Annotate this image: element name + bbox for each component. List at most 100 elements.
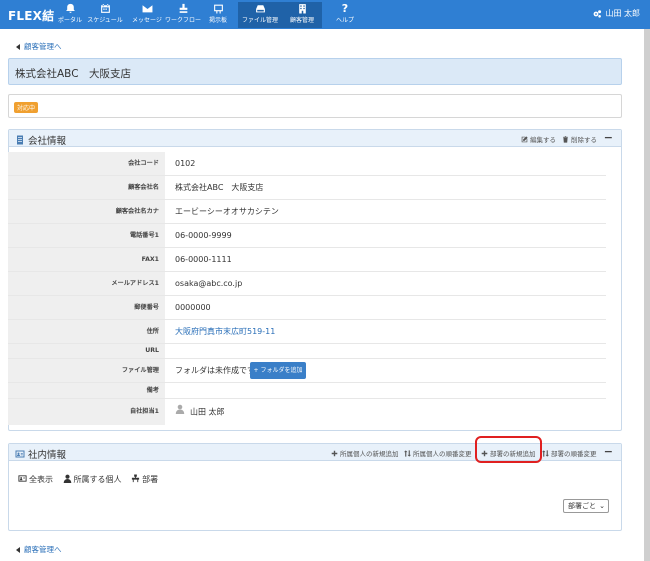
highlight-annotation bbox=[475, 436, 542, 463]
assignee-name: 山田 太郎 bbox=[190, 407, 225, 417]
stamp-icon bbox=[163, 2, 203, 16]
select-value: 部署ごと bbox=[568, 502, 596, 510]
info-row: ファイル管理 フォルダは未作成です。 bbox=[8, 359, 606, 383]
info-value: 0102 bbox=[175, 159, 196, 168]
plus-icon bbox=[331, 450, 340, 458]
nav-customer-management[interactable]: 顧客管理 bbox=[282, 2, 322, 28]
info-label: 自社担当1 bbox=[8, 399, 165, 425]
id-card-icon bbox=[18, 475, 29, 484]
info-row: URL bbox=[8, 344, 606, 359]
info-value: 株式会社ABC 大阪支店 bbox=[175, 183, 264, 192]
info-label: FAX1 bbox=[8, 248, 165, 271]
info-row: 顧客会社名カナ エービーシーオオサカシテン bbox=[8, 200, 606, 224]
back-link-label: 顧客管理へ bbox=[24, 545, 62, 554]
tab-members[interactable]: 所属する個人 bbox=[63, 474, 122, 485]
info-value: 山田 太郎 bbox=[175, 399, 225, 425]
gears-icon bbox=[592, 9, 605, 18]
calendar-icon bbox=[85, 2, 125, 16]
user-icon bbox=[175, 399, 185, 425]
info-value: 0000000 bbox=[175, 303, 211, 312]
address-link[interactable]: 大阪府門真市末広町519-11 bbox=[175, 320, 275, 343]
info-row: 郵便番号 0000000 bbox=[8, 296, 606, 320]
sort-icon bbox=[542, 450, 551, 458]
info-row: 自社担当1 山田 太郎 bbox=[8, 399, 606, 425]
trash-icon bbox=[562, 136, 571, 144]
info-row: 住所 大阪府門真市末広町519-11 bbox=[8, 320, 606, 344]
info-label: URL bbox=[8, 344, 165, 358]
nav-label: メッセージ bbox=[132, 17, 162, 24]
building-icon bbox=[282, 2, 322, 16]
delete-button[interactable]: 削除する bbox=[562, 134, 597, 144]
back-to-customers-link[interactable]: 顧客管理へ bbox=[16, 41, 62, 52]
back-to-customers-link-bottom[interactable]: 顧客管理へ bbox=[16, 544, 62, 555]
status-area: 対応中 bbox=[8, 94, 622, 118]
status-badge: 対応中 bbox=[14, 102, 39, 113]
nav-label: スケジュール bbox=[87, 17, 123, 24]
internal-panel-title: 社内情報 bbox=[15, 447, 66, 461]
add-member-button[interactable]: 所属個人の新規追加 bbox=[331, 448, 399, 458]
nav-schedule[interactable]: スケジュール bbox=[85, 2, 125, 28]
info-row: 電話番号1 06-0000-9999 bbox=[8, 224, 606, 248]
nav-label: ワークフロー bbox=[164, 17, 201, 24]
caret-left-icon bbox=[16, 547, 20, 553]
page-title: 株式会社ABC 大阪支店 bbox=[15, 68, 132, 80]
envelope-icon bbox=[127, 2, 167, 16]
group-by-select[interactable]: 部署ごと ⌄ bbox=[563, 499, 609, 513]
document-icon bbox=[15, 135, 28, 147]
info-label: 顧客会社名 bbox=[8, 176, 165, 199]
reorder-members-button[interactable]: 所属個人の順番変更 bbox=[404, 448, 472, 458]
user-icon bbox=[63, 474, 74, 484]
info-label: 備考 bbox=[8, 383, 165, 398]
internal-tabs: 全表示 所属する個人 部署 bbox=[18, 474, 165, 485]
drive-icon bbox=[238, 2, 282, 16]
sitemap-icon bbox=[131, 474, 142, 484]
info-value: osaka@abc.co.jp bbox=[175, 279, 243, 288]
back-link-label: 顧客管理へ bbox=[24, 42, 62, 51]
user-name: 山田 太郎 bbox=[605, 9, 640, 18]
edit-icon bbox=[521, 136, 530, 144]
reorder-departments-button[interactable]: 部署の順番変更 bbox=[542, 448, 597, 458]
nav-workflow[interactable]: ワークフロー bbox=[163, 2, 203, 28]
info-row: FAX1 06-0000-1111 bbox=[8, 248, 606, 272]
info-label: 電話番号1 bbox=[8, 224, 165, 247]
info-label: ファイル管理 bbox=[8, 359, 165, 382]
question-icon: ? bbox=[341, 2, 349, 15]
nav-message[interactable]: メッセージ bbox=[127, 2, 167, 28]
board-icon bbox=[198, 2, 238, 16]
company-panel-header: 会社情報 編集する 削除する − bbox=[9, 130, 621, 147]
top-navigation: FLEX結 ポータル スケジュール メッセージ ワークフロー 掲示板 ファイル管… bbox=[0, 0, 650, 29]
info-row: メールアドレス1 osaka@abc.co.jp bbox=[8, 272, 606, 296]
sort-icon bbox=[404, 450, 413, 458]
info-value: エービーシーオオサカシテン bbox=[175, 207, 279, 216]
user-menu[interactable]: 山田 太郎 bbox=[592, 8, 640, 19]
chevron-down-icon: ⌄ bbox=[599, 502, 605, 510]
id-card-icon bbox=[15, 450, 28, 461]
info-value: 06-0000-9999 bbox=[175, 231, 232, 240]
caret-left-icon bbox=[16, 44, 20, 50]
page-frame: FLEX結 ポータル スケジュール メッセージ ワークフロー 掲示板 ファイル管… bbox=[0, 0, 650, 561]
add-folder-button[interactable]: + フォルダを追加 bbox=[250, 362, 306, 379]
tab-all[interactable]: 全表示 bbox=[18, 474, 53, 485]
edit-button[interactable]: 編集する bbox=[521, 134, 556, 144]
info-value: 06-0000-1111 bbox=[175, 255, 232, 264]
nav-label: ヘルプ bbox=[335, 17, 354, 24]
nav-label: 顧客管理 bbox=[289, 17, 314, 24]
info-row: 会社コード 0102 bbox=[8, 152, 606, 176]
nav-file-management[interactable]: ファイル管理 bbox=[238, 2, 282, 28]
bell-icon bbox=[50, 2, 90, 16]
nav-board[interactable]: 掲示板 bbox=[198, 2, 238, 28]
app-brand[interactable]: FLEX結 bbox=[8, 7, 54, 24]
nav-help[interactable]: ? ヘルプ bbox=[325, 2, 365, 28]
page-title-bar: 株式会社ABC 大阪支店 bbox=[8, 58, 622, 85]
info-label: 会社コード bbox=[8, 152, 165, 175]
tab-departments[interactable]: 部署 bbox=[131, 474, 158, 485]
info-label: 顧客会社名カナ bbox=[8, 200, 165, 223]
collapse-internal-button[interactable]: − bbox=[604, 445, 613, 458]
nav-label: 掲示板 bbox=[208, 17, 227, 24]
info-label: メールアドレス1 bbox=[8, 272, 165, 295]
info-row: 備考 bbox=[8, 383, 606, 399]
info-label: 郵便番号 bbox=[8, 296, 165, 319]
nav-portal[interactable]: ポータル bbox=[50, 2, 90, 28]
nav-label: ファイル管理 bbox=[241, 17, 278, 24]
collapse-company-button[interactable]: − bbox=[604, 131, 613, 144]
